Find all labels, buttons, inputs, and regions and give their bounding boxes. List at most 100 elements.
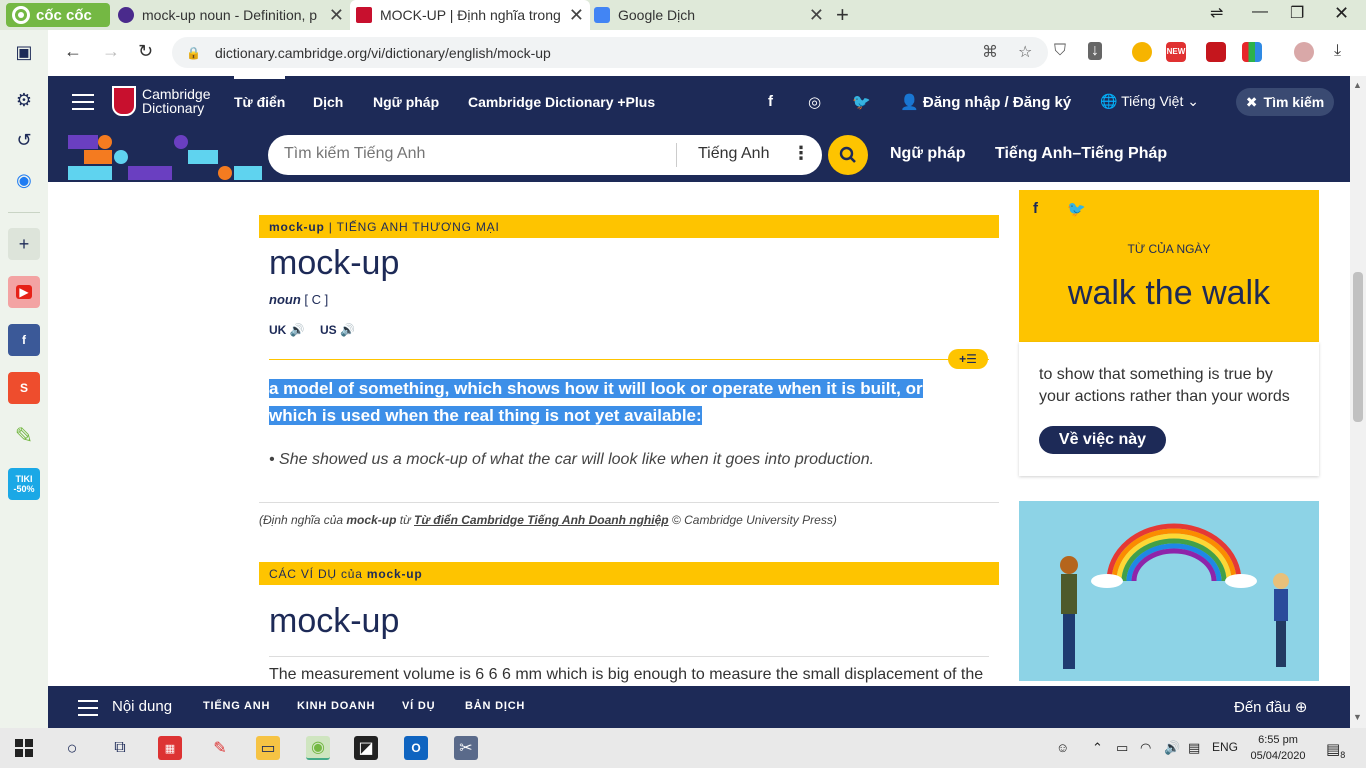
pronunciation-us[interactable]: US 🔊 bbox=[320, 323, 355, 337]
search-input[interactable] bbox=[284, 145, 664, 163]
windows-start-icon[interactable] bbox=[12, 736, 36, 760]
downloads-icon[interactable]: ⤓ bbox=[1334, 42, 1341, 60]
language-selector[interactable]: 🌐 Tiếng Việt ⌄ bbox=[1100, 93, 1199, 110]
history-icon[interactable]: ↺ bbox=[8, 124, 40, 156]
tab-oxford[interactable]: mock-up noun - Definition, p ✕ bbox=[114, 0, 350, 30]
nav-grammar[interactable]: Ngữ pháp bbox=[373, 94, 439, 110]
cambridge-logo[interactable]: Cambridge Dictionary bbox=[112, 86, 210, 116]
snipping-tool-icon[interactable]: ✂ bbox=[454, 736, 478, 760]
show-hidden-icons[interactable]: ⌃ bbox=[1092, 740, 1103, 756]
close-window-icon[interactable]: ✕ bbox=[1334, 3, 1349, 24]
wotd-more-button[interactable]: Về việc này bbox=[1039, 426, 1166, 454]
system-clock[interactable]: 6:55 pm 05/04/2020 bbox=[1248, 732, 1308, 764]
coccoc-taskbar-icon[interactable]: ◉ bbox=[306, 736, 330, 760]
volume-icon[interactable]: 🔊 bbox=[1164, 740, 1180, 756]
notification-center-icon[interactable]: ▤8 bbox=[1326, 740, 1345, 760]
forward-icon[interactable]: → bbox=[102, 41, 120, 62]
reload-icon[interactable]: ↻ bbox=[138, 41, 153, 62]
speaker-icon[interactable]: 🔊 bbox=[340, 323, 355, 337]
rainbow-children-image bbox=[1019, 501, 1319, 681]
jump-translations[interactable]: BẢN DỊCH bbox=[465, 700, 525, 712]
search-circle-icon[interactable]: ○ bbox=[60, 736, 84, 760]
new-tab-icon[interactable]: + bbox=[836, 2, 849, 28]
contents-menu-icon[interactable] bbox=[78, 700, 98, 721]
speaker-icon[interactable]: 🔊 bbox=[290, 323, 305, 337]
wotd-word[interactable]: walk the walk bbox=[1019, 274, 1319, 313]
part-of-speech: noun [ C ] bbox=[269, 292, 328, 307]
outlook-icon[interactable]: O bbox=[404, 736, 428, 760]
messenger-icon[interactable]: ◉ bbox=[8, 164, 40, 196]
jump-examples[interactable]: VÍ DỤ bbox=[402, 700, 435, 712]
contents-button[interactable]: Nội dung bbox=[112, 698, 172, 715]
grammar-code: [ C ] bbox=[300, 292, 329, 307]
back-to-top-label: Đến đầu bbox=[1234, 699, 1291, 716]
instagram-icon[interactable]: ◎ bbox=[808, 93, 821, 111]
profile-avatar[interactable] bbox=[1294, 42, 1314, 62]
translate-icon[interactable]: ⌘ bbox=[982, 42, 998, 62]
extension-colors-icon[interactable] bbox=[1242, 42, 1262, 62]
scroll-down-icon[interactable]: ▼ bbox=[1353, 712, 1362, 722]
facebook-icon[interactable]: f bbox=[768, 93, 773, 110]
grammar-link[interactable]: Ngữ pháp bbox=[890, 145, 966, 163]
twitter-icon[interactable]: 🐦 bbox=[852, 93, 871, 111]
search-button[interactable] bbox=[828, 135, 868, 175]
minimize-icon[interactable]: — bbox=[1252, 3, 1268, 21]
settings-icon[interactable]: ⚙ bbox=[8, 84, 40, 116]
search-toggle-button[interactable]: ✖ Tìm kiếm bbox=[1236, 88, 1334, 116]
tab-google-translate[interactable]: Google Dịch ✕ bbox=[592, 0, 830, 30]
bookmark-star-icon[interactable]: ☆ bbox=[1018, 42, 1032, 62]
clock-date: 05/04/2020 bbox=[1250, 750, 1306, 762]
extension-new-icon[interactable]: NEW bbox=[1166, 42, 1186, 62]
scroll-thumb[interactable] bbox=[1353, 272, 1363, 422]
jump-business[interactable]: KINH DOANH bbox=[297, 700, 375, 712]
back-icon[interactable]: ← bbox=[64, 41, 82, 62]
youtube-icon[interactable]: ▶ bbox=[8, 276, 40, 308]
pronunciation-uk[interactable]: UK 🔊 bbox=[269, 323, 305, 337]
nav-plus[interactable]: Cambridge Dictionary +Plus bbox=[468, 94, 655, 110]
page-scrollbar[interactable]: ▲ ▼ bbox=[1350, 76, 1366, 728]
battery-icon[interactable]: ▭ bbox=[1116, 740, 1128, 756]
add-to-wordlist-button[interactable]: +☰ bbox=[948, 349, 988, 369]
tab-menu-icon[interactable]: ⇌ bbox=[1210, 3, 1223, 23]
close-tab-icon[interactable]: ✕ bbox=[329, 5, 344, 25]
shield-icon[interactable]: ⛉ bbox=[1054, 42, 1066, 60]
tab-cambridge[interactable]: MOCK-UP | Định nghĩa trong ✕ bbox=[350, 0, 590, 30]
address-bar[interactable]: 🔒 dictionary.cambridge.org/vi/dictionary… bbox=[172, 37, 1048, 68]
keyboard-icon[interactable]: ▤ bbox=[1188, 740, 1200, 756]
nav-dictionary[interactable]: Từ điển bbox=[234, 76, 286, 110]
app-paint-icon[interactable]: ✎ bbox=[208, 736, 232, 760]
facebook-icon[interactable]: f bbox=[8, 324, 40, 356]
add-shortcut-icon[interactable]: + bbox=[8, 228, 40, 260]
jump-english[interactable]: TIẾNG ANH bbox=[203, 700, 270, 712]
more-options-icon[interactable]: ⋮ bbox=[792, 143, 810, 164]
scroll-up-icon[interactable]: ▲ bbox=[1353, 80, 1362, 90]
task-view-icon[interactable]: ⧉ bbox=[108, 736, 132, 760]
tiki-icon[interactable]: TIKI -50% bbox=[8, 468, 40, 500]
coccoc-menu-button[interactable]: cốc cốc bbox=[6, 3, 110, 27]
input-language[interactable]: ENG bbox=[1212, 740, 1238, 754]
facebook-share-icon[interactable]: f bbox=[1033, 200, 1038, 217]
people-icon[interactable]: ☺ bbox=[1056, 740, 1069, 755]
coccoc-rewards-icon[interactable]: ✎ bbox=[8, 420, 40, 452]
dictionary-selector[interactable]: Tiếng Anh bbox=[698, 145, 769, 163]
user-icon: 👤 bbox=[900, 94, 923, 111]
sidebar-toggle-icon[interactable]: ▣ bbox=[8, 36, 40, 68]
close-tab-icon[interactable]: ✕ bbox=[809, 5, 824, 25]
sticky-notes-icon[interactable]: ◪ bbox=[354, 736, 378, 760]
english-french-link[interactable]: Tiếng Anh–Tiếng Pháp bbox=[995, 145, 1167, 163]
wifi-icon[interactable]: ◠ bbox=[1140, 740, 1151, 756]
shopee-icon[interactable]: S bbox=[8, 372, 40, 404]
twitter-share-icon[interactable]: 🐦 bbox=[1067, 200, 1086, 218]
extension-coccoc-icon[interactable] bbox=[1132, 42, 1152, 62]
app-calendar-icon[interactable]: ▦ bbox=[158, 736, 182, 760]
maximize-icon[interactable]: ❐ bbox=[1290, 3, 1304, 23]
source-link[interactable]: Từ điển Cambridge Tiếng Anh Doanh nghiệp bbox=[414, 513, 669, 527]
close-tab-icon[interactable]: ✕ bbox=[569, 5, 584, 25]
nav-translate[interactable]: Dịch bbox=[313, 94, 343, 110]
back-to-top-button[interactable]: Đến đầu ⊕ bbox=[1234, 698, 1307, 716]
menu-icon[interactable] bbox=[72, 94, 94, 115]
login-link[interactable]: 👤 Đăng nhập / Đăng ký bbox=[900, 93, 1071, 111]
file-explorer-icon[interactable]: ▭ bbox=[256, 736, 280, 760]
extension-red-icon[interactable] bbox=[1206, 42, 1226, 62]
download-media-icon[interactable]: ↓ bbox=[1088, 42, 1102, 60]
